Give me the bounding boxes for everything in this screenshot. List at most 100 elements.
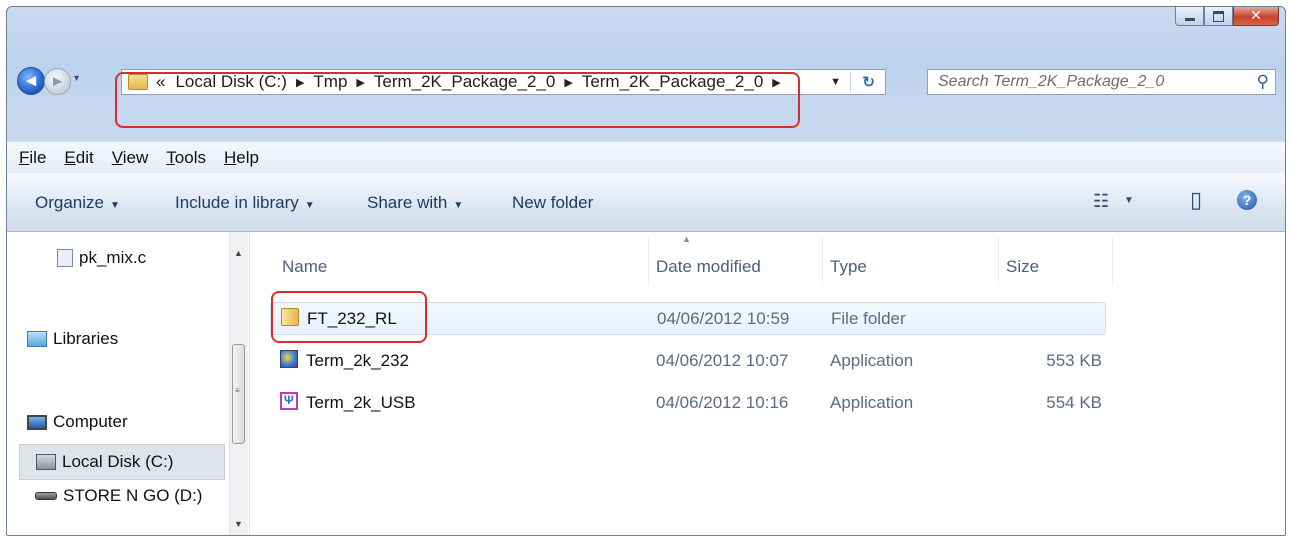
file-date: 04/06/2012 10:07 (656, 351, 789, 370)
file-name: Term_2k_USB (306, 393, 416, 412)
breadcrumb-tmp[interactable]: Tmp (313, 72, 347, 92)
address-bar[interactable]: « Local Disk (C:) ▶ Tmp ▶ Term_2K_Packag… (121, 69, 886, 95)
include-in-library-label: Include in library (175, 193, 299, 212)
nav-item-libraries[interactable]: Libraries (27, 329, 118, 349)
file-name: FT_232_RL (307, 309, 397, 328)
nav-item-store-n-go[interactable]: STORE N GO (D:) (35, 486, 202, 506)
c-file-icon (57, 249, 73, 267)
caption-buttons: ✕ (1175, 7, 1279, 26)
file-type: Application (830, 351, 914, 370)
folder-icon (281, 308, 299, 326)
libraries-icon (27, 331, 47, 347)
file-type: Application (830, 393, 914, 412)
file-type: File folder (831, 309, 906, 328)
nav-item-computer[interactable]: Computer (27, 412, 128, 432)
usb-symbol-icon: Ψ (284, 393, 294, 407)
file-date: 04/06/2012 10:59 (657, 309, 790, 328)
scroll-thumb[interactable]: ≡ (232, 344, 245, 444)
nav-item-label: STORE N GO (D:) (63, 486, 203, 505)
address-dropdown-icon[interactable]: ▼ (830, 76, 841, 88)
breadcrumb-separator-icon[interactable]: ▶ (296, 76, 304, 89)
breadcrumb-overflow[interactable]: « (156, 72, 165, 92)
menu-view[interactable]: View (112, 148, 149, 168)
chevron-down-icon: ▼ (304, 200, 315, 211)
forward-button[interactable]: ► (44, 68, 71, 95)
scroll-up-icon[interactable]: ▲ (234, 248, 243, 258)
menu-file[interactable]: File (19, 148, 46, 168)
breadcrumb-package-current[interactable]: Term_2K_Package_2_0 (582, 72, 763, 92)
column-divider[interactable] (822, 238, 823, 286)
file-row[interactable]: Ψ Term_2k_USB 04/06/2012 10:16 Applicati… (270, 387, 1106, 420)
column-divider[interactable] (648, 238, 649, 286)
menu-edit[interactable]: Edit (64, 148, 93, 168)
nav-item-label: Computer (53, 412, 128, 431)
nav-item-label: pk_mix.c (79, 248, 147, 267)
breadcrumb-separator-icon[interactable]: ▶ (356, 76, 364, 89)
breadcrumb-separator-icon[interactable]: ▶ (772, 76, 780, 89)
application-icon (280, 350, 298, 368)
new-folder-button[interactable]: New folder (512, 193, 593, 213)
organize-button[interactable]: Organize ▼ (35, 193, 120, 213)
chevron-down-icon: ▼ (453, 200, 464, 211)
computer-icon (27, 414, 47, 430)
column-header-date[interactable]: Date modified (656, 257, 761, 277)
forward-arrow-icon: ► (50, 73, 65, 90)
sort-ascending-icon: ▲ (682, 234, 691, 244)
nav-item-local-disk[interactable]: Local Disk (C:) (19, 444, 225, 480)
folder-icon (128, 74, 148, 90)
help-icon[interactable]: ? (1237, 190, 1257, 210)
menu-tools[interactable]: Tools (166, 148, 206, 168)
file-date: 04/06/2012 10:16 (656, 393, 789, 412)
column-divider[interactable] (1112, 238, 1113, 286)
file-size: 554 KB (1046, 393, 1102, 412)
local-disk-icon (36, 454, 56, 470)
breadcrumb-local-disk[interactable]: Local Disk (C:) (175, 72, 286, 92)
new-folder-label: New folder (512, 193, 594, 212)
file-size: 553 KB (1046, 351, 1102, 370)
search-input[interactable] (936, 72, 1240, 92)
file-list: ▲ Name Date modified Type Size FT_232_RL… (250, 232, 1285, 535)
recent-pages-button[interactable]: ▾ (74, 73, 79, 84)
help-glyph: ? (1242, 192, 1252, 208)
back-arrow-icon: ◄ (22, 71, 40, 90)
column-divider[interactable] (998, 238, 999, 286)
file-name: Term_2k_232 (306, 351, 410, 370)
search-icon[interactable]: ⚲ (1257, 72, 1269, 92)
include-in-library-button[interactable]: Include in library ▼ (175, 193, 315, 213)
grip-icon: ≡ (235, 386, 240, 395)
minimize-button[interactable] (1175, 7, 1204, 26)
nav-item-label: Libraries (53, 329, 119, 348)
scroll-down-icon[interactable]: ▼ (234, 519, 243, 529)
view-options-chevron-icon[interactable]: ▼ (1124, 195, 1134, 206)
column-header-size[interactable]: Size (1006, 257, 1039, 277)
maximize-button[interactable] (1204, 7, 1233, 26)
nav-item-label: Local Disk (C:) (62, 452, 174, 471)
content-area: pk_mix.c Libraries Computer Local Disk (… (7, 232, 1285, 535)
minimize-icon (1184, 17, 1195, 21)
nav-item-pk-mix[interactable]: pk_mix.c (57, 248, 146, 268)
change-view-icon[interactable]: ☷ (1093, 191, 1109, 212)
share-with-button[interactable]: Share with ▼ (367, 193, 463, 213)
nav-scrollbar[interactable]: ▲ ≡ ▼ (229, 232, 248, 535)
file-row[interactable]: FT_232_RL 04/06/2012 10:59 File folder (270, 302, 1106, 335)
file-row[interactable]: Term_2k_232 04/06/2012 10:07 Application… (270, 345, 1106, 378)
menu-bar: File Edit View Tools Help (7, 141, 1285, 174)
address-divider (850, 72, 851, 92)
explorer-window: ✕ ◄ ► ▾ « Local Disk (C:) ▶ Tmp ▶ Term_2… (6, 6, 1286, 536)
navigation-bar: ◄ ► ▾ « Local Disk (C:) ▶ Tmp ▶ Term_2K_… (7, 51, 1285, 107)
breadcrumb-package[interactable]: Term_2K_Package_2_0 (374, 72, 555, 92)
refresh-icon[interactable]: ↻ (862, 73, 875, 91)
menu-help[interactable]: Help (224, 148, 259, 168)
column-header-type[interactable]: Type (830, 257, 867, 277)
back-button[interactable]: ◄ (17, 67, 45, 95)
preview-pane-icon[interactable]: ▯ (1190, 187, 1202, 213)
share-with-label: Share with (367, 193, 448, 212)
chevron-down-icon: ▼ (109, 200, 120, 211)
command-bar: Organize ▼ Include in library ▼ Share with… (7, 173, 1285, 232)
breadcrumb-separator-icon[interactable]: ▶ (564, 76, 572, 89)
search-box: ⚲ (927, 69, 1276, 95)
column-header-name[interactable]: Name (282, 257, 327, 277)
close-button[interactable]: ✕ (1233, 7, 1279, 26)
usb-application-icon: Ψ (280, 392, 298, 410)
organize-label: Organize (35, 193, 104, 212)
